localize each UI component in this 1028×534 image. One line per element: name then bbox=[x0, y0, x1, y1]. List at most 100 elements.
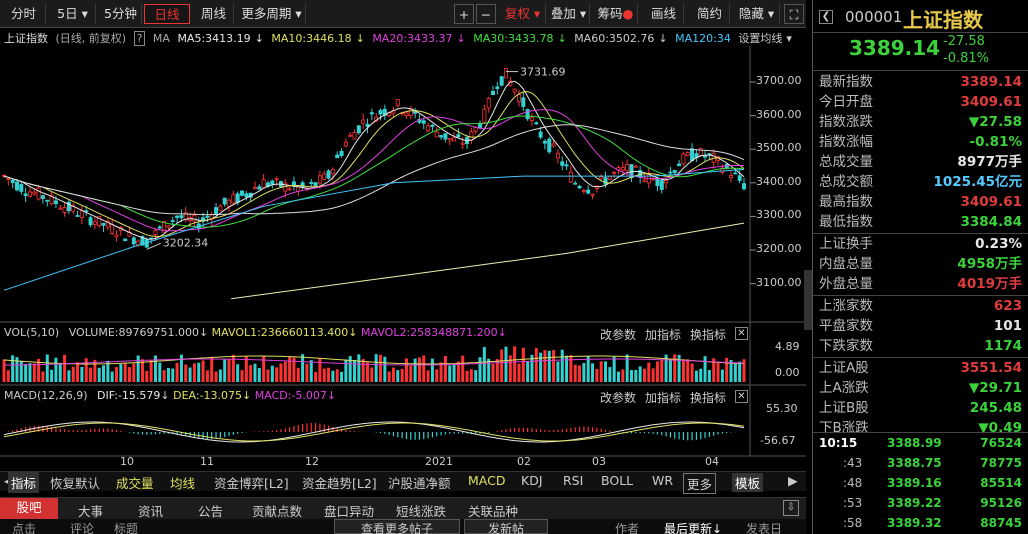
volume-bar bbox=[586, 355, 590, 382]
arrow-down-icon: ↓ bbox=[497, 326, 507, 339]
download-icon[interactable]: ⇩ bbox=[783, 500, 799, 516]
candle-body bbox=[175, 215, 180, 218]
zoom-in-button[interactable]: + bbox=[454, 4, 474, 24]
red-dot-icon: ● bbox=[622, 6, 634, 21]
template-button[interactable]: 模板 bbox=[732, 473, 764, 492]
volume-bar bbox=[162, 370, 166, 382]
mavol1-line bbox=[3, 355, 745, 365]
col-post-date[interactable]: 发表日 bbox=[746, 520, 782, 534]
chips-button[interactable]: 筹码● bbox=[594, 4, 638, 24]
candle-body bbox=[659, 180, 664, 190]
overlay-button[interactable]: 叠加 ▾ bbox=[548, 4, 590, 24]
macd-change-param[interactable]: 改参数 bbox=[600, 389, 636, 406]
col-last-update[interactable]: 最后更新↓ bbox=[664, 520, 722, 534]
macd-axis-bottom: -56.67 bbox=[760, 434, 795, 447]
indicator-fund-trend[interactable]: 资金趋势[L2] bbox=[302, 473, 377, 492]
tab-events[interactable]: 大事 bbox=[78, 501, 103, 520]
vol-swap-indicator[interactable]: 换指标 bbox=[690, 326, 726, 343]
indicator-volume[interactable]: 成交量 bbox=[116, 473, 154, 492]
volume-bar bbox=[474, 370, 478, 382]
price-change-pct: -0.81% bbox=[943, 51, 989, 66]
panel-splitter[interactable] bbox=[804, 270, 812, 330]
candle-body bbox=[729, 175, 734, 178]
collapse-icon[interactable]: ❮ bbox=[819, 10, 833, 24]
candle-body bbox=[603, 177, 608, 185]
tab-guba[interactable]: 股吧 bbox=[0, 498, 58, 520]
indicator-fund-game[interactable]: 资金博弈[L2] bbox=[214, 473, 289, 492]
col-clicks[interactable]: 点击 bbox=[12, 520, 36, 534]
close-icon[interactable]: ✕ bbox=[735, 390, 748, 403]
price-tick: 3500.00 bbox=[756, 141, 802, 155]
quote-value: 3384.84 bbox=[960, 214, 1023, 230]
kline-chart[interactable]: 3731.69 3202.34 4.89 0.00 55.30 -56.67 10 11 12 2… bbox=[0, 28, 806, 468]
candle-body bbox=[395, 99, 400, 106]
col-comments[interactable]: 评论 bbox=[70, 520, 94, 534]
period-button-5min[interactable]: 5分钟 bbox=[100, 4, 142, 24]
macd-swap-indicator[interactable]: 换指标 bbox=[690, 389, 726, 406]
candle-body bbox=[270, 180, 275, 185]
indicator-macd[interactable]: MACD bbox=[468, 473, 505, 488]
indicator-ma[interactable]: 均线 bbox=[170, 473, 195, 492]
period-button-5day[interactable]: 5日 ▾ bbox=[50, 4, 96, 24]
close-icon[interactable]: ✕ bbox=[735, 327, 748, 340]
draw-line-button[interactable]: 画线 bbox=[644, 4, 684, 24]
vol-change-param[interactable]: 改参数 bbox=[600, 326, 636, 343]
simple-button[interactable]: 简约 bbox=[690, 4, 730, 24]
candle-body bbox=[205, 215, 210, 218]
volume-bar bbox=[279, 363, 283, 382]
quote-label: 最低指数 bbox=[819, 214, 873, 230]
indicator-button[interactable]: 指标 bbox=[8, 472, 40, 493]
volume-bar bbox=[374, 354, 378, 382]
tab-related[interactable]: 关联品种 bbox=[468, 501, 518, 520]
indicator-boll[interactable]: BOLL bbox=[601, 473, 633, 488]
macd-value: MACD:-5.007 bbox=[254, 389, 327, 402]
period-button-weekly[interactable]: 周线 bbox=[194, 4, 234, 24]
vol-add-indicator[interactable]: 加指标 bbox=[645, 326, 681, 343]
candle-body bbox=[478, 123, 483, 129]
view-more-posts-button[interactable]: 查看更多帖子 bbox=[334, 519, 460, 534]
volume-bar bbox=[651, 368, 655, 382]
adjust-button[interactable]: 复权 ▾ bbox=[500, 4, 546, 24]
candle-body bbox=[32, 191, 37, 195]
indicator-rsi[interactable]: RSI bbox=[563, 473, 583, 488]
new-post-button[interactable]: 发新帖 bbox=[464, 519, 548, 534]
volume-bar bbox=[742, 359, 746, 382]
maximize-icon[interactable]: ⛶ bbox=[784, 4, 804, 24]
quote-value: -0.81% bbox=[969, 134, 1022, 150]
tab-news[interactable]: 资讯 bbox=[138, 501, 163, 520]
tab-anomaly[interactable]: 盘口异动 bbox=[324, 501, 374, 520]
volume-bar bbox=[123, 363, 127, 382]
candle-body bbox=[352, 132, 357, 140]
candle-body bbox=[672, 170, 677, 174]
hide-button[interactable]: 隐藏 ▾ bbox=[734, 4, 780, 24]
quote-label: 总成交量 bbox=[819, 154, 873, 170]
tab-short-term[interactable]: 短线涨跌 bbox=[396, 501, 446, 520]
indicator-hsgt[interactable]: 沪股通净额 bbox=[388, 473, 451, 492]
reset-default-button[interactable]: 恢复默认 bbox=[50, 473, 100, 492]
tick-row: 10:15 3388.99 76524 bbox=[817, 434, 1024, 453]
indicator-kdj[interactable]: KDJ bbox=[521, 473, 543, 488]
col-title[interactable]: 标题 bbox=[114, 520, 138, 534]
price-tick: 3300.00 bbox=[756, 208, 802, 222]
quote-row: 总成交量 8977万手 bbox=[817, 152, 1024, 172]
tab-notice[interactable]: 公告 bbox=[198, 501, 223, 520]
indicator-wr[interactable]: WR bbox=[652, 473, 673, 488]
quote-row: 外盘总量 4019万手 bbox=[817, 274, 1024, 294]
tab-contribution[interactable]: 贡献点数 bbox=[252, 501, 302, 520]
more-indicators-button[interactable]: 更多 bbox=[683, 473, 717, 494]
candle-body bbox=[452, 136, 457, 142]
period-button-daily[interactable]: 日线 bbox=[144, 4, 190, 24]
date-tick: 2021 bbox=[425, 455, 453, 468]
scroll-right-icon[interactable]: ▶ bbox=[788, 473, 798, 488]
more-periods-button[interactable]: 更多周期 ▾ bbox=[238, 4, 306, 24]
long-ma-line bbox=[231, 222, 745, 300]
volume-bar bbox=[318, 358, 322, 382]
macd-add-indicator[interactable]: 加指标 bbox=[645, 389, 681, 406]
period-button-fenshi[interactable]: 分时 bbox=[2, 4, 46, 24]
zoom-out-button[interactable]: − bbox=[476, 4, 496, 24]
price-tick: 3200.00 bbox=[756, 242, 802, 255]
col-author[interactable]: 作者 bbox=[615, 520, 639, 534]
volume-bar bbox=[439, 362, 443, 382]
volume-bar bbox=[573, 364, 577, 382]
quote-label: 上证A股 bbox=[819, 360, 869, 376]
